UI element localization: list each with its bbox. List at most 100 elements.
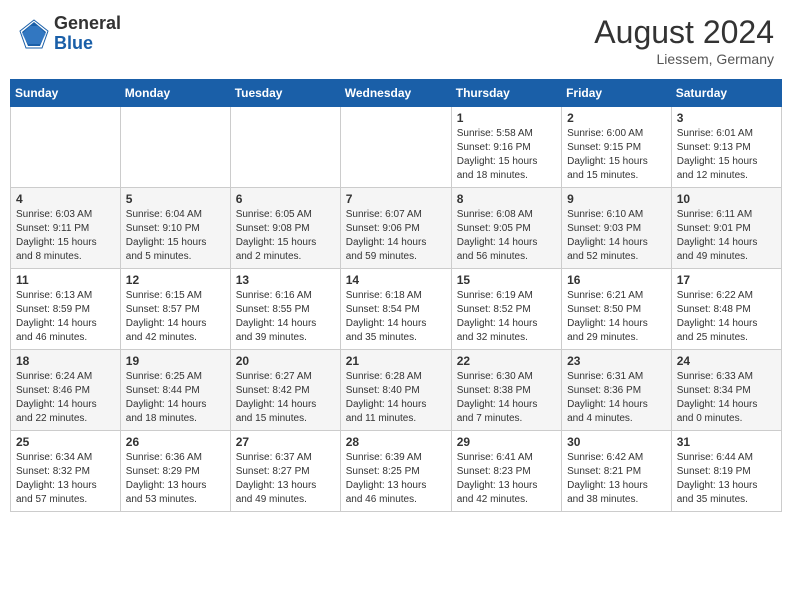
calendar-cell: 14 Sunrise: 6:18 AM Sunset: 8:54 PM Dayli… — [340, 269, 451, 350]
weekday-header-row: SundayMondayTuesdayWednesdayThursdayFrid… — [11, 80, 782, 107]
calendar-cell: 27 Sunrise: 6:37 AM Sunset: 8:27 PM Dayli… — [230, 431, 340, 512]
calendar-week-row: 1 Sunrise: 5:58 AM Sunset: 9:16 PM Daylig… — [11, 107, 782, 188]
location-subtitle: Liessem, Germany — [594, 51, 774, 67]
day-info: Sunrise: 6:08 AM Sunset: 9:05 PM Dayligh… — [457, 208, 556, 264]
day-info: Sunrise: 6:44 AM Sunset: 8:19 PM Dayligh… — [677, 451, 776, 507]
day-number: 19 — [126, 354, 225, 368]
day-number: 31 — [677, 435, 776, 449]
day-info: Sunrise: 6:28 AM Sunset: 8:40 PM Dayligh… — [346, 370, 446, 426]
calendar-cell: 23Sunrise: 6:31 AM Sunset: 8:36 PM Dayli… — [562, 350, 672, 431]
day-info: Sunrise: 6:36 AM Sunset: 8:29 PM Dayligh… — [126, 451, 225, 507]
logo-general: General — [54, 14, 121, 34]
day-number: 3 — [677, 111, 776, 125]
day-number: 15 — [457, 273, 556, 287]
day-number: 18 — [16, 354, 115, 368]
weekday-header-thursday: Thursday — [451, 80, 561, 107]
weekday-header-friday: Friday — [562, 80, 672, 107]
day-number: 24 — [677, 354, 776, 368]
logo-icon — [18, 18, 50, 50]
title-block: August 2024 Liessem, Germany — [594, 14, 774, 67]
day-number: 27 — [236, 435, 335, 449]
day-number: 13 — [236, 273, 335, 287]
day-number: 20 — [236, 354, 335, 368]
day-info: Sunrise: 6:42 AM Sunset: 8:21 PM Dayligh… — [567, 451, 666, 507]
calendar-cell: 1 Sunrise: 5:58 AM Sunset: 9:16 PM Daylig… — [451, 107, 561, 188]
day-number: 28 — [346, 435, 446, 449]
day-number: 5 — [126, 192, 225, 206]
day-number: 6 — [236, 192, 335, 206]
calendar-week-row: 4Sunrise: 6:03 AM Sunset: 9:11 PM Daylig… — [11, 188, 782, 269]
calendar-week-row: 11 Sunrise: 6:13 AM Sunset: 8:59 PM Dayli… — [11, 269, 782, 350]
logo-blue: Blue — [54, 34, 121, 54]
calendar-cell: 19 Sunrise: 6:25 AM Sunset: 8:44 PM Dayli… — [120, 350, 230, 431]
calendar-cell: 15 Sunrise: 6:19 AM Sunset: 8:52 PM Dayli… — [451, 269, 561, 350]
day-number: 2 — [567, 111, 666, 125]
day-info: Sunrise: 6:30 AM Sunset: 8:38 PM Dayligh… — [457, 370, 556, 426]
calendar-cell: 26 Sunrise: 6:36 AM Sunset: 8:29 PM Dayli… — [120, 431, 230, 512]
calendar-cell: 10Sunrise: 6:11 AM Sunset: 9:01 PM Dayli… — [671, 188, 781, 269]
calendar-cell: 13Sunrise: 6:16 AM Sunset: 8:55 PM Dayli… — [230, 269, 340, 350]
day-info: Sunrise: 6:04 AM Sunset: 9:10 PM Dayligh… — [126, 208, 225, 264]
day-info: Sunrise: 6:10 AM Sunset: 9:03 PM Dayligh… — [567, 208, 666, 264]
calendar-cell: 22 Sunrise: 6:30 AM Sunset: 8:38 PM Dayli… — [451, 350, 561, 431]
calendar-cell: 8Sunrise: 6:08 AM Sunset: 9:05 PM Daylig… — [451, 188, 561, 269]
calendar-cell: 24 Sunrise: 6:33 AM Sunset: 8:34 PM Dayli… — [671, 350, 781, 431]
logo: General Blue — [18, 14, 121, 54]
day-info: Sunrise: 6:19 AM Sunset: 8:52 PM Dayligh… — [457, 289, 556, 345]
calendar-cell: 6Sunrise: 6:05 AM Sunset: 9:08 PM Daylig… — [230, 188, 340, 269]
day-number: 30 — [567, 435, 666, 449]
day-number: 23 — [567, 354, 666, 368]
month-year-title: August 2024 — [594, 14, 774, 51]
day-info: Sunrise: 6:15 AM Sunset: 8:57 PM Dayligh… — [126, 289, 225, 345]
calendar-cell: 3 Sunrise: 6:01 AM Sunset: 9:13 PM Daylig… — [671, 107, 781, 188]
calendar-cell: 20Sunrise: 6:27 AM Sunset: 8:42 PM Dayli… — [230, 350, 340, 431]
calendar-cell: 5 Sunrise: 6:04 AM Sunset: 9:10 PM Daylig… — [120, 188, 230, 269]
weekday-header-wednesday: Wednesday — [340, 80, 451, 107]
day-number: 1 — [457, 111, 556, 125]
calendar-cell: 25Sunrise: 6:34 AM Sunset: 8:32 PM Dayli… — [11, 431, 121, 512]
day-number: 22 — [457, 354, 556, 368]
day-info: Sunrise: 6:41 AM Sunset: 8:23 PM Dayligh… — [457, 451, 556, 507]
day-info: Sunrise: 6:11 AM Sunset: 9:01 PM Dayligh… — [677, 208, 776, 264]
calendar-cell: 18 Sunrise: 6:24 AM Sunset: 8:46 PM Dayli… — [11, 350, 121, 431]
day-info: Sunrise: 6:00 AM Sunset: 9:15 PM Dayligh… — [567, 127, 666, 183]
day-number: 12 — [126, 273, 225, 287]
day-info: Sunrise: 6:21 AM Sunset: 8:50 PM Dayligh… — [567, 289, 666, 345]
weekday-header-saturday: Saturday — [671, 80, 781, 107]
day-number: 26 — [126, 435, 225, 449]
calendar-cell: 16 Sunrise: 6:21 AM Sunset: 8:50 PM Dayli… — [562, 269, 672, 350]
calendar-cell: 29Sunrise: 6:41 AM Sunset: 8:23 PM Dayli… — [451, 431, 561, 512]
day-info: Sunrise: 6:18 AM Sunset: 8:54 PM Dayligh… — [346, 289, 446, 345]
calendar-cell: 12 Sunrise: 6:15 AM Sunset: 8:57 PM Dayli… — [120, 269, 230, 350]
calendar-cell: 7Sunrise: 6:07 AM Sunset: 9:06 PM Daylig… — [340, 188, 451, 269]
day-info: Sunrise: 5:58 AM Sunset: 9:16 PM Dayligh… — [457, 127, 556, 183]
calendar-cell — [230, 107, 340, 188]
day-info: Sunrise: 6:25 AM Sunset: 8:44 PM Dayligh… — [126, 370, 225, 426]
calendar-cell: 9 Sunrise: 6:10 AM Sunset: 9:03 PM Daylig… — [562, 188, 672, 269]
day-number: 9 — [567, 192, 666, 206]
calendar-cell — [340, 107, 451, 188]
calendar-week-row: 18 Sunrise: 6:24 AM Sunset: 8:46 PM Dayli… — [11, 350, 782, 431]
calendar-cell: 17Sunrise: 6:22 AM Sunset: 8:48 PM Dayli… — [671, 269, 781, 350]
calendar-cell: 11 Sunrise: 6:13 AM Sunset: 8:59 PM Dayli… — [11, 269, 121, 350]
day-info: Sunrise: 6:13 AM Sunset: 8:59 PM Dayligh… — [16, 289, 115, 345]
day-number: 16 — [567, 273, 666, 287]
weekday-header-sunday: Sunday — [11, 80, 121, 107]
day-info: Sunrise: 6:33 AM Sunset: 8:34 PM Dayligh… — [677, 370, 776, 426]
calendar-table: SundayMondayTuesdayWednesdayThursdayFrid… — [10, 79, 782, 512]
day-number: 21 — [346, 354, 446, 368]
day-info: Sunrise: 6:01 AM Sunset: 9:13 PM Dayligh… — [677, 127, 776, 183]
logo-text: General Blue — [54, 14, 121, 54]
day-number: 7 — [346, 192, 446, 206]
day-number: 4 — [16, 192, 115, 206]
day-number: 11 — [16, 273, 115, 287]
calendar-cell — [11, 107, 121, 188]
day-info: Sunrise: 6:24 AM Sunset: 8:46 PM Dayligh… — [16, 370, 115, 426]
calendar-week-row: 25Sunrise: 6:34 AM Sunset: 8:32 PM Dayli… — [11, 431, 782, 512]
day-info: Sunrise: 6:34 AM Sunset: 8:32 PM Dayligh… — [16, 451, 115, 507]
day-number: 14 — [346, 273, 446, 287]
calendar-cell: 28Sunrise: 6:39 AM Sunset: 8:25 PM Dayli… — [340, 431, 451, 512]
calendar-cell — [120, 107, 230, 188]
day-number: 17 — [677, 273, 776, 287]
day-info: Sunrise: 6:37 AM Sunset: 8:27 PM Dayligh… — [236, 451, 335, 507]
